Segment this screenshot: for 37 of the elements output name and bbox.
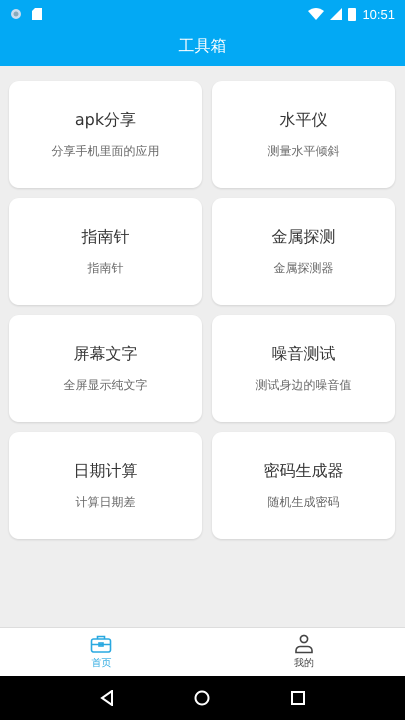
tool-description: 金属探测器 bbox=[274, 260, 334, 276]
tool-title: 噪音测试 bbox=[272, 344, 336, 364]
tool-description: 指南针 bbox=[88, 260, 124, 276]
back-icon[interactable] bbox=[100, 690, 114, 706]
signal-icon bbox=[330, 8, 342, 20]
app-title: 工具箱 bbox=[178, 36, 226, 56]
tool-card[interactable]: 指南针 指南针 bbox=[9, 198, 202, 305]
tool-title: 指南针 bbox=[82, 226, 130, 248]
tool-description: 随机生成密码 bbox=[268, 494, 340, 510]
tool-description: 测试身边的噪音值 bbox=[256, 376, 352, 394]
tool-title: 密码生成器 bbox=[264, 460, 344, 482]
tool-title: apk分享 bbox=[74, 110, 136, 130]
battery-icon bbox=[348, 7, 356, 21]
tool-card[interactable]: 噪音测试 测试身边的噪音值 bbox=[212, 315, 395, 422]
nav-tab[interactable]: 我的 bbox=[202, 628, 405, 676]
sd-card-icon bbox=[32, 8, 42, 20]
tool-card[interactable]: 密码生成器 随机生成密码 bbox=[212, 432, 395, 539]
tool-title: 屏幕文字 bbox=[74, 344, 138, 364]
tool-card[interactable]: 屏幕文字 全屏显示纯文字 bbox=[9, 315, 202, 422]
tool-description: 测量水平倾斜 bbox=[268, 142, 340, 160]
tool-card[interactable]: apk分享 分享手机里面的应用 bbox=[9, 81, 202, 188]
tool-card[interactable]: 日期计算 计算日期差 bbox=[9, 432, 202, 539]
tool-title: 日期计算 bbox=[74, 460, 138, 482]
notification-dot-icon bbox=[10, 8, 22, 20]
clock-time: 10:51 bbox=[362, 6, 395, 22]
tool-description: 全屏显示纯文字 bbox=[64, 376, 148, 394]
wifi-icon bbox=[308, 8, 324, 20]
tool-description: 分享手机里面的应用 bbox=[52, 142, 160, 160]
tool-card[interactable]: 金属探测 金属探测器 bbox=[212, 198, 395, 305]
home-icon[interactable] bbox=[194, 690, 210, 706]
recents-icon[interactable] bbox=[290, 691, 305, 705]
toolbox-icon bbox=[90, 634, 112, 654]
tool-card[interactable]: 水平仪 测量水平倾斜 bbox=[212, 81, 395, 188]
person-icon bbox=[292, 634, 315, 654]
tool-title: 水平仪 bbox=[280, 110, 328, 130]
tool-description: 计算日期差 bbox=[76, 494, 136, 510]
tool-title: 金属探测 bbox=[272, 226, 336, 248]
